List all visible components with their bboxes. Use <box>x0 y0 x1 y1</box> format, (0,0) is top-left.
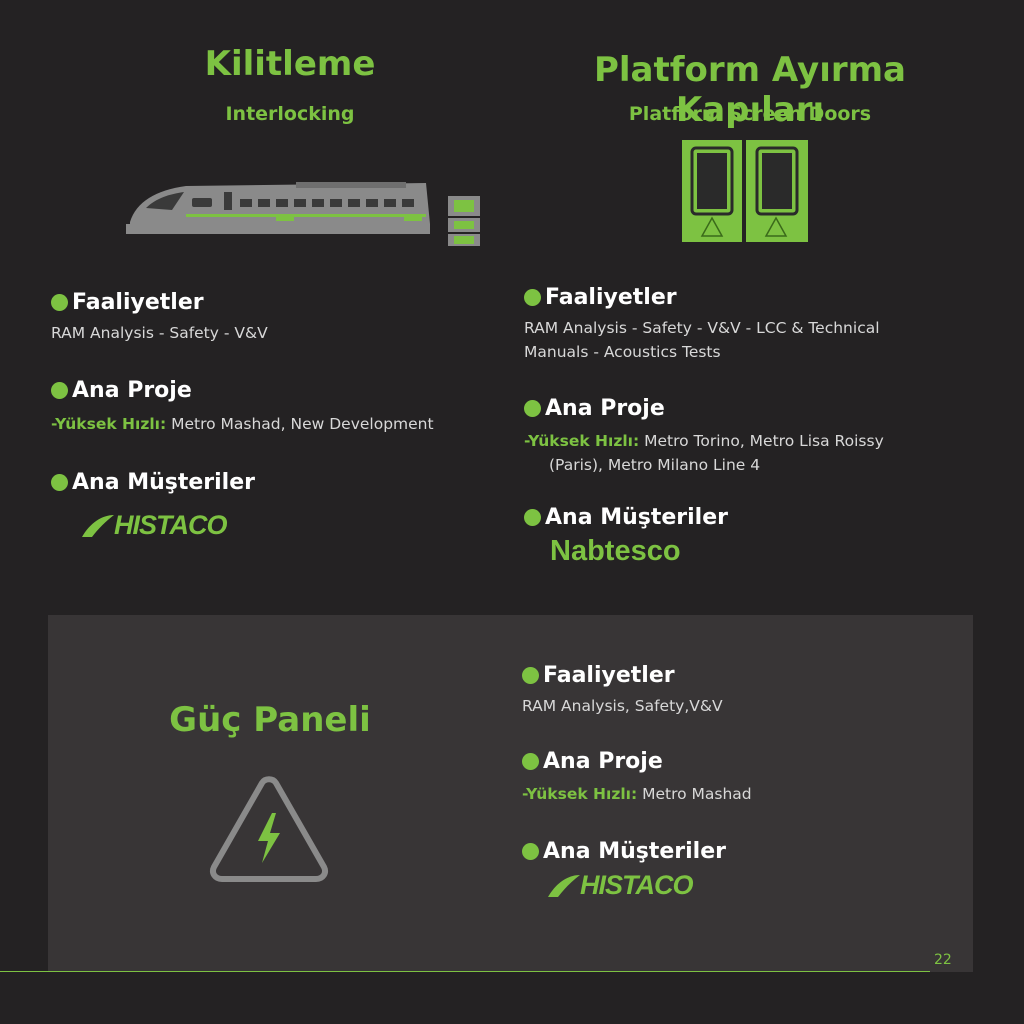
bullet-dot-icon <box>522 667 539 684</box>
bottom-activities-text: RAM Analysis, Safety,V&V <box>522 697 723 715</box>
right-project-heading: Ana Proje <box>524 396 665 421</box>
histaco-logo: HISTACO <box>80 510 227 541</box>
right-activities-text: RAM Analysis - Safety - V&V - LCC & Tech… <box>524 319 880 361</box>
train-icon <box>126 182 480 246</box>
bullet-dot-icon <box>522 753 539 770</box>
left-subtitle: Interlocking <box>225 103 355 125</box>
bottom-customers-heading: Ana Müşteriler <box>522 839 726 864</box>
bullet-dot-icon <box>51 294 68 311</box>
bullet-dot-icon <box>524 289 541 306</box>
histaco-swoosh-icon <box>82 514 114 537</box>
histaco-swoosh-icon <box>548 874 580 897</box>
left-project-text: -Yüksek Hızlı: Metro Mashad, New Develop… <box>51 415 434 433</box>
bullet-dot-icon <box>522 843 539 860</box>
bottom-activities-heading: Faaliyetler <box>522 663 675 688</box>
left-title: Kilitleme <box>204 44 376 84</box>
left-project-heading: Ana Proje <box>51 378 192 403</box>
screen-doors-icon <box>682 140 808 242</box>
right-activities-heading: Faaliyetler <box>524 285 677 310</box>
left-activities-heading: Faaliyetler <box>51 290 204 315</box>
bullet-dot-icon <box>51 474 68 491</box>
right-subtitle: Platform Screen Doors <box>628 103 872 125</box>
bullet-dot-icon <box>524 509 541 526</box>
bullet-dot-icon <box>524 400 541 417</box>
page-number: 22 <box>934 952 952 968</box>
high-voltage-icon <box>210 776 328 882</box>
footer-rule <box>0 971 930 972</box>
bottom-project-heading: Ana Proje <box>522 749 663 774</box>
bullet-dot-icon <box>51 382 68 399</box>
histaco-logo: HISTACO <box>546 870 693 901</box>
bottom-project-text: -Yüksek Hızlı: Metro Mashad <box>522 785 752 803</box>
right-project-text: -Yüksek Hızlı: Metro Torino, Metro Lisa … <box>524 432 884 474</box>
left-activities-text: RAM Analysis - Safety - V&V <box>51 324 268 342</box>
nabtesco-logo: Nabtesco <box>550 535 681 567</box>
bottom-title: Güç Paneli <box>169 700 371 740</box>
right-customers-heading: Ana Müşteriler <box>524 505 728 530</box>
left-customers-heading: Ana Müşteriler <box>51 470 255 495</box>
power-panel-section <box>48 615 973 972</box>
